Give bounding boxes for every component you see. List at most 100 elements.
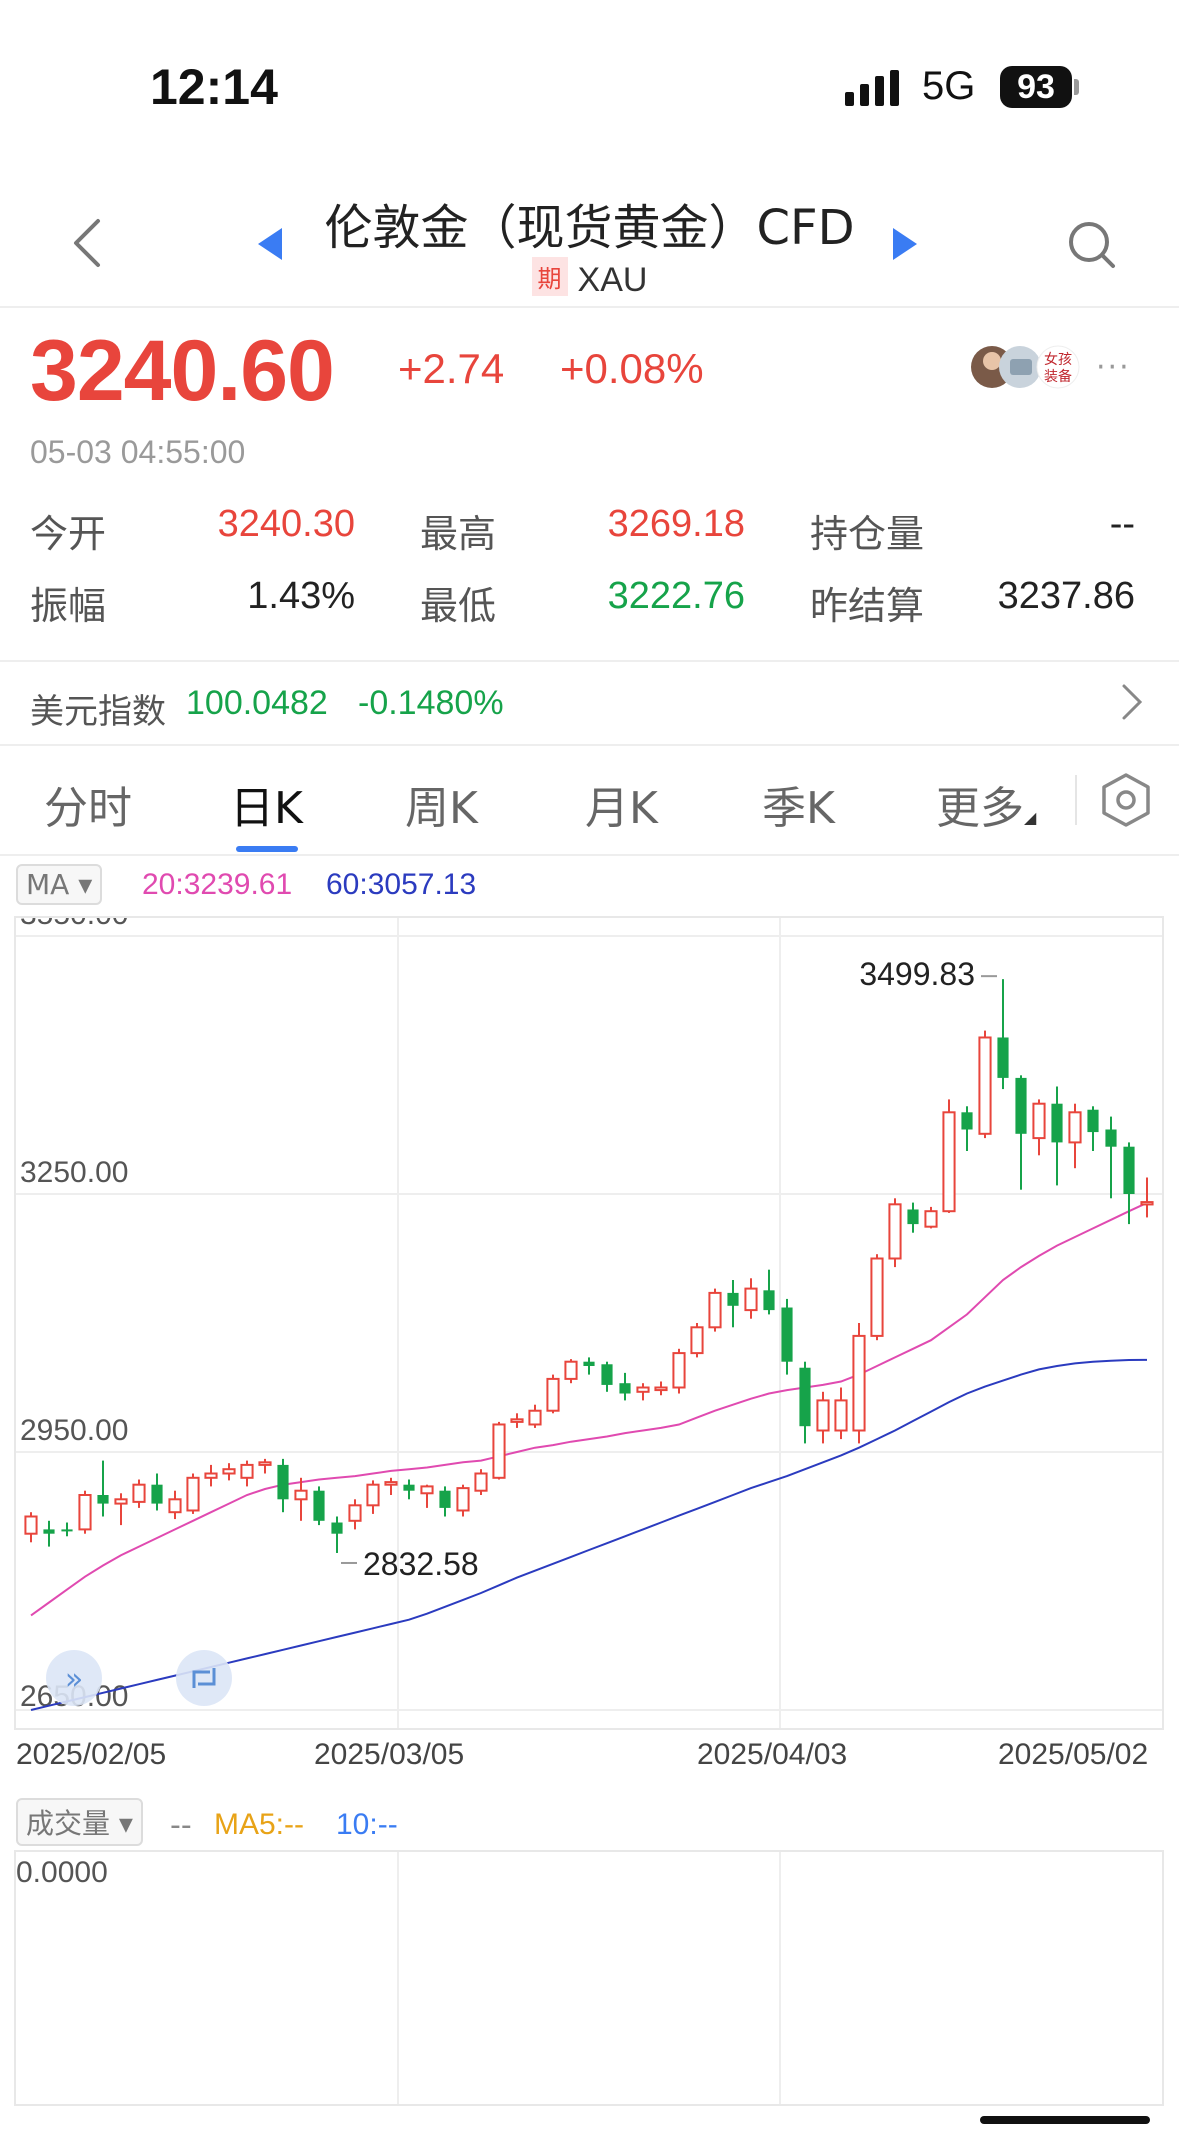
- candle-body: [1140, 1201, 1154, 1206]
- candle-body: [403, 1484, 415, 1491]
- candle-body: [907, 1209, 919, 1225]
- candle-body: [654, 1386, 668, 1392]
- candle-body: [546, 1377, 560, 1412]
- volume-grid: [397, 1852, 781, 2104]
- signal-icon: [845, 70, 899, 106]
- candle-body: [510, 1418, 524, 1423]
- candle-body: [636, 1386, 650, 1393]
- candle-body: [888, 1203, 902, 1260]
- min-price-label: 2832.58: [363, 1546, 479, 1582]
- active-tab-indicator: [236, 846, 298, 852]
- candle-body: [168, 1498, 182, 1514]
- last-price: 3240.60: [30, 323, 335, 419]
- candle-body: [763, 1290, 775, 1311]
- candle-body: [277, 1464, 289, 1500]
- usd-index-value: 100.0482: [186, 684, 328, 722]
- x-tick-label: 2025/04/03: [697, 1738, 848, 1771]
- fullscreen-button[interactable]: [176, 1650, 232, 1706]
- kline-chart[interactable]: 3550.003250.002950.002650.003499.832832.…: [16, 918, 1162, 1728]
- usd-index-change: -0.1480%: [358, 684, 504, 722]
- tab-more-label: 更多: [936, 783, 1024, 834]
- indicator-dropdown-label: MA: [26, 868, 70, 901]
- candle-body: [619, 1383, 631, 1394]
- instrument-symbol: XAU: [577, 261, 648, 299]
- avatar-group[interactable]: 女孩 装备: [970, 344, 1082, 390]
- divider: [0, 306, 1179, 308]
- divider: [0, 744, 1179, 746]
- next-instrument-icon[interactable]: [893, 228, 917, 260]
- candle-body: [43, 1529, 55, 1534]
- tab-1[interactable]: 日K: [230, 772, 303, 836]
- candle-body: [384, 1481, 398, 1486]
- volume-ma5: MA5:--: [214, 1808, 304, 1841]
- instrument-title: 伦敦金（现货黄金）CFD: [324, 200, 855, 256]
- candle-body: [727, 1292, 739, 1306]
- candle-body: [870, 1257, 884, 1337]
- stat-label: 最高: [420, 512, 497, 556]
- candle-body: [313, 1490, 325, 1521]
- candle-body: [799, 1367, 811, 1427]
- stat-label: 持仓量: [810, 512, 925, 556]
- search-icon[interactable]: [1067, 220, 1117, 272]
- candle-body: [961, 1112, 973, 1130]
- stat-label: 振幅: [30, 584, 107, 628]
- divider: [0, 660, 1179, 662]
- network-type: 5G: [922, 64, 976, 108]
- candle-body: [420, 1485, 434, 1495]
- candle-body: [1123, 1146, 1135, 1194]
- candle-body: [583, 1361, 595, 1366]
- chevron-right-icon[interactable]: [1120, 682, 1144, 722]
- double-chevron-icon: »: [65, 1662, 83, 1697]
- stat-value: 3269.18: [607, 503, 745, 545]
- battery-tip: [1074, 79, 1079, 95]
- tab-2[interactable]: 周K: [405, 772, 478, 836]
- candle-body: [97, 1495, 109, 1504]
- candle-body: [439, 1490, 451, 1508]
- candle-body: [204, 1472, 218, 1479]
- svg-text:装备: 装备: [1044, 368, 1072, 385]
- indicator-dropdown[interactable]: MA ▾: [16, 864, 103, 905]
- candle-body: [708, 1291, 722, 1329]
- candle-body: [924, 1210, 938, 1228]
- usd-index-label[interactable]: 美元指数: [30, 684, 166, 733]
- candle-body: [1068, 1111, 1082, 1144]
- y-tick-label: 3250.00: [20, 1156, 128, 1189]
- candle-body: [744, 1287, 758, 1312]
- stat-label: 最低: [420, 584, 497, 628]
- stat-value: 3240.30: [217, 503, 355, 545]
- candle-body: [852, 1334, 866, 1432]
- candle-body: [222, 1468, 236, 1475]
- candle-body: [1015, 1077, 1027, 1134]
- home-indicator[interactable]: [980, 2116, 1150, 2124]
- more-options-icon[interactable]: ···: [1096, 350, 1131, 385]
- candle-body: [816, 1399, 830, 1432]
- volume-dropdown[interactable]: 成交量 ▾: [16, 1798, 143, 1846]
- candle-body: [564, 1360, 578, 1380]
- tab-3[interactable]: 月K: [585, 772, 658, 836]
- candle-body: [61, 1529, 73, 1532]
- candle-body: [1087, 1109, 1099, 1133]
- candle-body: [294, 1489, 308, 1501]
- stat-value: 1.43%: [247, 575, 355, 617]
- tab-4[interactable]: 季K: [762, 772, 835, 836]
- candle-body: [1032, 1102, 1046, 1140]
- stat-label: 今开: [30, 512, 107, 556]
- tab-0[interactable]: 分时: [44, 772, 132, 836]
- tab-5[interactable]: 更多◢: [936, 772, 1036, 836]
- divider: [1075, 775, 1077, 825]
- candle-body: [834, 1399, 848, 1432]
- stat-value: 3222.76: [607, 575, 745, 617]
- candle-body: [1051, 1103, 1063, 1143]
- x-tick-label: 2025/02/05: [16, 1738, 167, 1771]
- candle-body: [474, 1472, 488, 1492]
- max-price-label: 3499.83: [859, 956, 975, 992]
- battery-icon: 93: [1000, 66, 1072, 108]
- candle-body: [942, 1111, 956, 1213]
- stat-label: 昨结算: [810, 584, 925, 628]
- stat-value: --: [1109, 503, 1135, 545]
- settings-hexagon-icon[interactable]: [1100, 772, 1152, 828]
- candle-body: [132, 1483, 146, 1503]
- candle-body: [78, 1494, 92, 1531]
- svg-text:女孩: 女孩: [1044, 351, 1072, 368]
- candle-body: [348, 1504, 362, 1522]
